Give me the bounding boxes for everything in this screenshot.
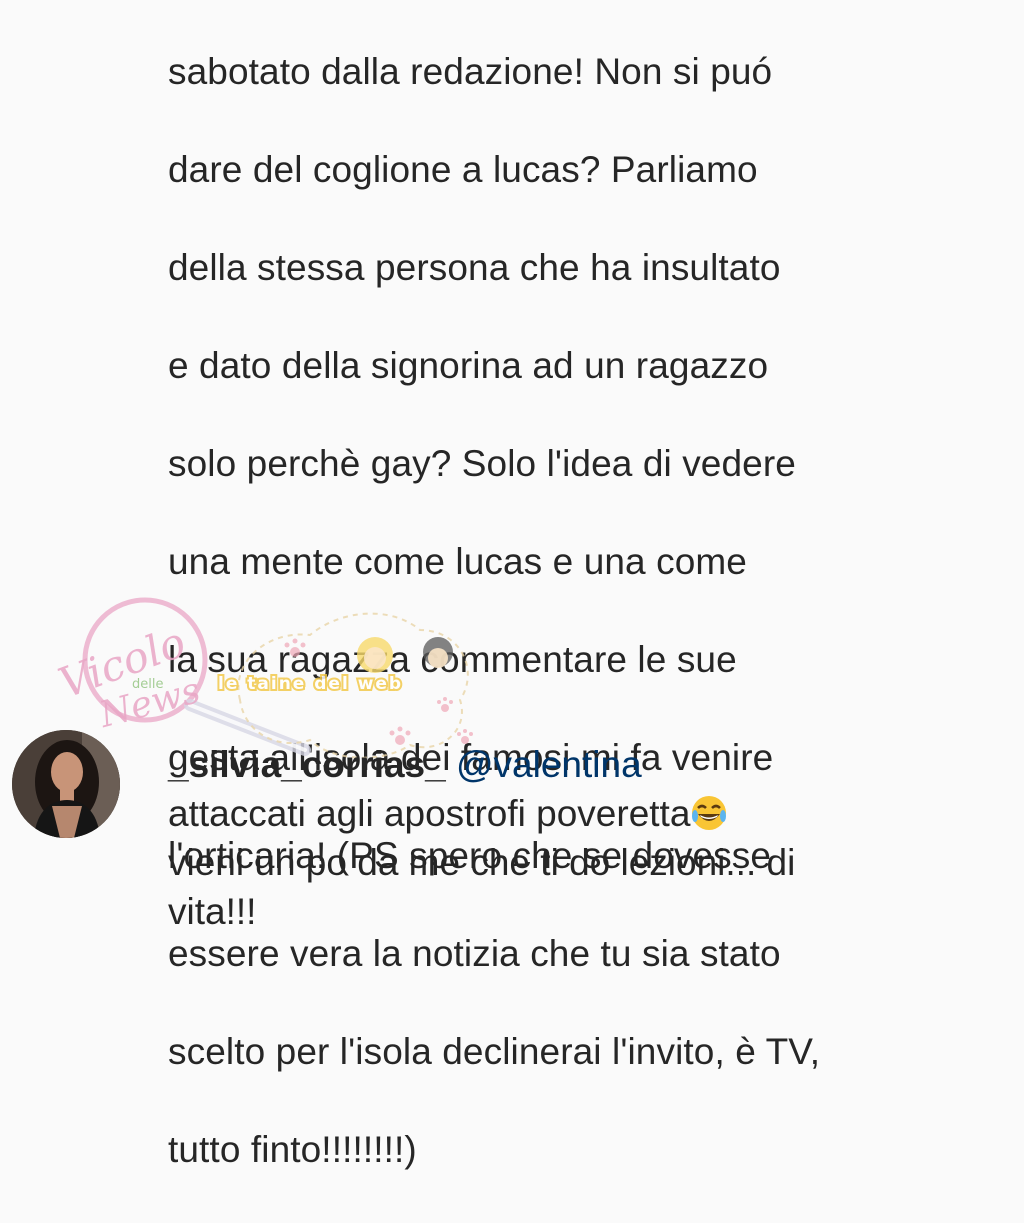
comment-line: essere vera la notizia che tu sia stato xyxy=(168,933,781,974)
reply-line: vieni un po da me che ti do lezioni... d… xyxy=(168,842,796,883)
comment-line: tutto finto!!!!!!!!) xyxy=(168,1129,417,1170)
username-link[interactable]: _silvia_corrias_ xyxy=(168,744,446,785)
mention-link[interactable]: @valentina xyxy=(456,744,642,785)
reply-line: vita!!! xyxy=(168,891,257,932)
reply-text: _silvia_corrias_ @valentina attaccati ag… xyxy=(168,740,1008,936)
watermark-banner-text: le taine del web xyxy=(218,674,403,694)
tears-of-joy-emoji-icon xyxy=(690,794,728,832)
comment-line: e dato della signorina ad un ragazzo xyxy=(168,345,769,386)
avatar[interactable] xyxy=(12,730,120,838)
comment-line: una mente come lucas e una come xyxy=(168,541,747,582)
comment-line: della stessa persona che ha insultato xyxy=(168,247,781,288)
reply-line: attaccati agli apostrofi poveretta xyxy=(168,793,691,834)
comment-line: sabotato dalla redazione! Non si puó xyxy=(168,51,773,92)
comment-line: dare del coglione a lucas? Parliamo xyxy=(168,149,758,190)
comment-line: solo perchè gay? Solo l'idea di vedere xyxy=(168,443,796,484)
comment-line: scelto per l'isola declinerai l'invito, … xyxy=(168,1031,821,1072)
